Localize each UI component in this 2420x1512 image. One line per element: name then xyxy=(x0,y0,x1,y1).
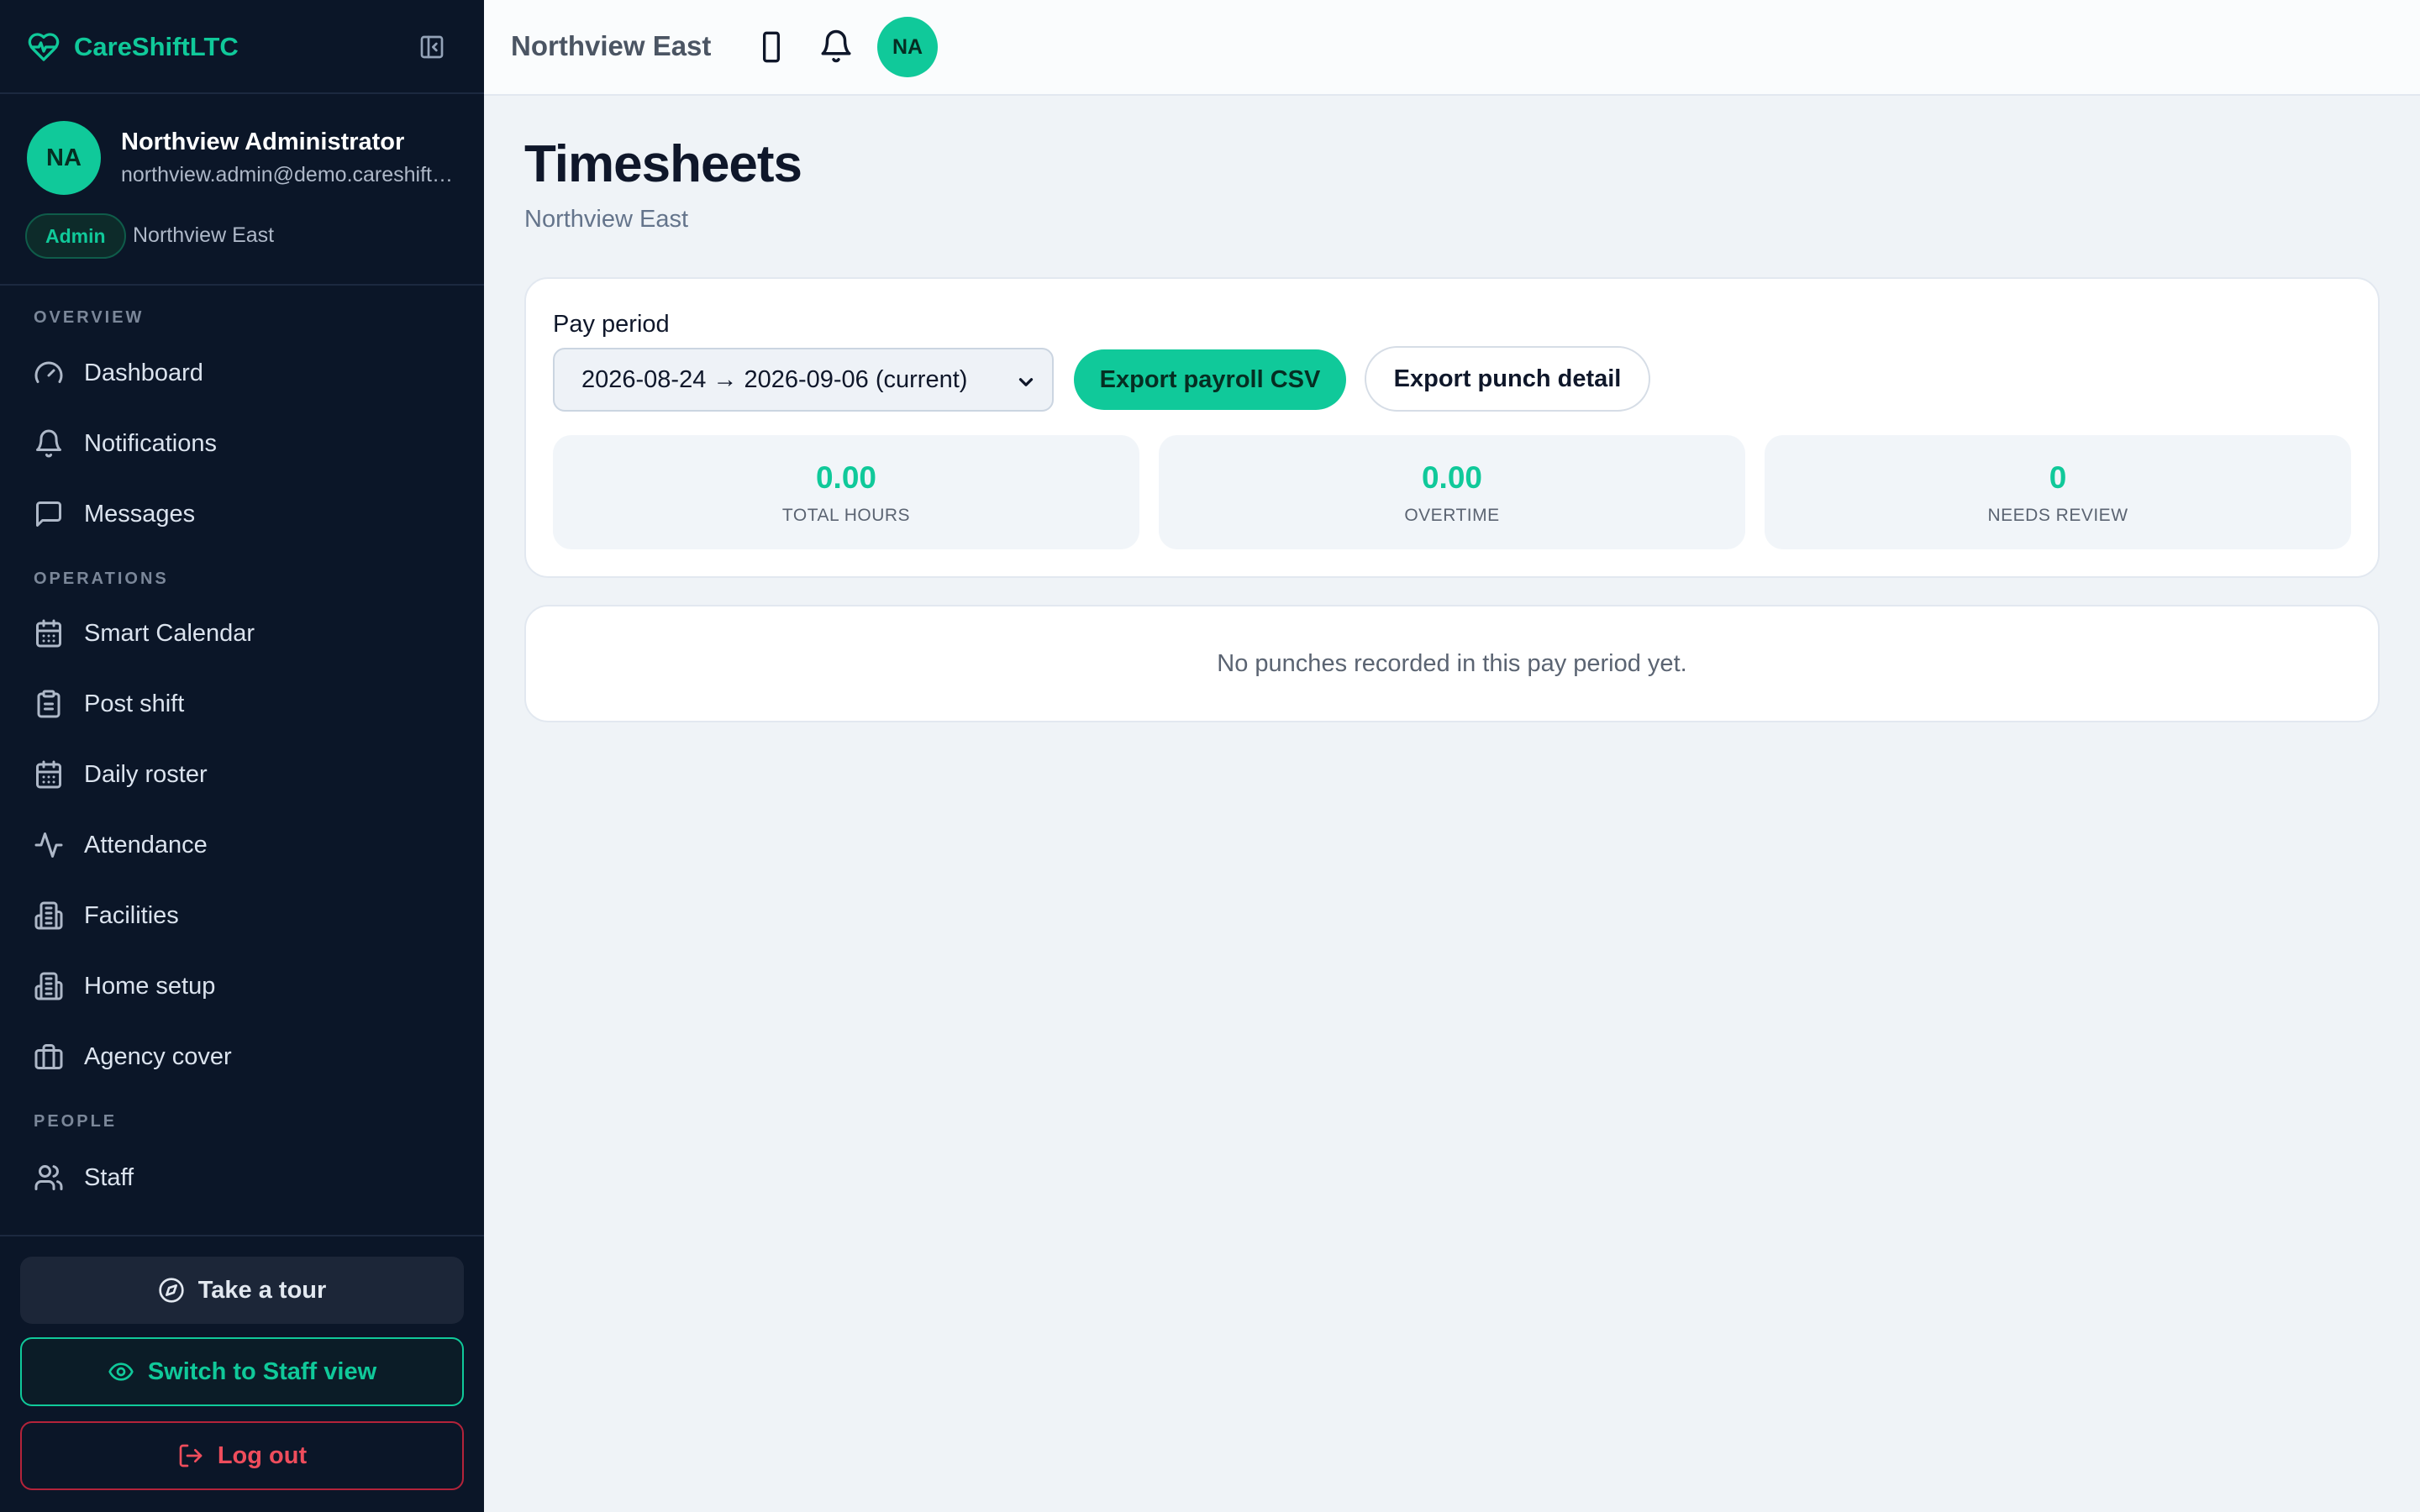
pay-period-select[interactable]: 2026-08-24 → 2026-09-06 (current) xyxy=(553,348,1054,412)
page-subtitle: Northview East xyxy=(524,206,689,233)
sidebar-item-attendance[interactable]: Attendance xyxy=(20,815,464,875)
export-payroll-csv-button[interactable]: Export payroll CSV xyxy=(1074,349,1346,410)
sidebar-item-label: Agency cover xyxy=(84,1042,232,1070)
page-title: Timesheets xyxy=(524,135,802,193)
pay-period-label: Pay period xyxy=(553,311,670,338)
section-label-overview: OVERVIEW xyxy=(34,308,145,327)
profile-facility: Northview East xyxy=(133,223,275,247)
take-tour-button[interactable]: Take a tour xyxy=(20,1257,464,1324)
briefcase-icon xyxy=(34,1044,63,1069)
sidebar-item-messages[interactable]: Messages xyxy=(20,484,464,544)
user-avatar[interactable]: NA xyxy=(877,17,938,77)
brand-name: CareShiftLTC xyxy=(74,32,239,61)
sidebar-item-label: Smart Calendar xyxy=(84,619,255,647)
punches-empty-state: No punches recorded in this pay period y… xyxy=(524,605,2380,722)
sidebar-item-label: Dashboard xyxy=(84,359,203,386)
stat-label: NEEDS REVIEW xyxy=(1987,506,2128,525)
profile-email: northview.admin@demo.careshift.app xyxy=(121,163,457,186)
logout-label: Log out xyxy=(217,1441,308,1469)
sidebar-item-label: Notifications xyxy=(84,429,217,457)
sidebar-item-label: Facilities xyxy=(84,901,179,929)
top-bar: Northview East NA xyxy=(484,0,2420,96)
section-label-operations: OPERATIONS xyxy=(34,570,169,588)
switch-staff-view-button[interactable]: Switch to Staff view xyxy=(20,1337,464,1406)
stat-value: 0 xyxy=(2049,460,2067,495)
gauge-icon xyxy=(34,361,63,383)
stat-total-hours: 0.00 TOTAL HOURS xyxy=(553,435,1139,549)
calendar-icon xyxy=(36,619,61,648)
sidebar-item-label: Daily roster xyxy=(84,760,208,788)
smartphone-icon[interactable] xyxy=(755,30,788,64)
panel-left-icon xyxy=(420,35,444,59)
activity-icon xyxy=(34,832,63,858)
sidebar-item-smart-calendar[interactable]: Smart Calendar xyxy=(20,603,464,664)
compass-icon xyxy=(159,1278,184,1303)
sidebar-divider xyxy=(0,284,484,286)
building-icon xyxy=(34,901,63,930)
switch-staff-view-label: Switch to Staff view xyxy=(147,1357,377,1385)
sidebar-item-label: Attendance xyxy=(84,831,208,858)
stat-label: TOTAL HOURS xyxy=(781,506,911,525)
logout-button[interactable]: Log out xyxy=(20,1421,464,1490)
sidebar-item-staff[interactable]: Staff xyxy=(20,1147,464,1208)
bell-icon xyxy=(36,429,61,458)
stat-needs-review: 0 NEEDS REVIEW xyxy=(1765,435,2351,549)
section-label-people: PEOPLE xyxy=(34,1112,118,1131)
export-punch-detail-button[interactable]: Export punch detail xyxy=(1365,346,1650,412)
stat-overtime: 0.00 OVERTIME xyxy=(1159,435,1745,549)
users-icon xyxy=(34,1165,63,1190)
role-badge: Admin xyxy=(25,213,126,259)
clipboard-icon xyxy=(37,690,60,718)
sidebar-item-label: Messages xyxy=(84,500,196,528)
sidebar-item-daily-roster[interactable]: Daily roster xyxy=(20,744,464,805)
stat-value: 0.00 xyxy=(1421,460,1482,495)
take-tour-label: Take a tour xyxy=(197,1276,327,1304)
calendar-icon xyxy=(36,760,61,789)
sidebar: CareShiftLTC NA Northview Administrator … xyxy=(0,0,484,1512)
sidebar-item-agency-cover[interactable]: Agency cover xyxy=(20,1026,464,1087)
sidebar-item-notifications[interactable]: Notifications xyxy=(20,413,464,474)
sidebar-item-facilities[interactable]: Facilities xyxy=(20,885,464,946)
brand[interactable]: CareShiftLTC xyxy=(27,24,239,71)
eye-icon xyxy=(108,1362,134,1381)
log-out-icon xyxy=(179,1444,203,1467)
collapse-sidebar-button[interactable] xyxy=(415,30,449,64)
stat-value: 0.00 xyxy=(815,460,876,495)
heart-pulse-icon xyxy=(28,33,60,61)
stat-label: OVERTIME xyxy=(1404,506,1500,525)
message-icon xyxy=(36,501,61,527)
sidebar-item-label: Staff xyxy=(84,1163,134,1191)
chevron-down-icon xyxy=(1018,378,1034,386)
empty-state-message: No punches recorded in this pay period y… xyxy=(1217,649,1687,677)
sidebar-item-home-setup[interactable]: Home setup xyxy=(20,956,464,1016)
profile-name: Northview Administrator xyxy=(121,129,405,155)
facility-title: Northview East xyxy=(511,30,712,61)
building-icon xyxy=(34,972,63,1000)
sidebar-item-post-shift[interactable]: Post shift xyxy=(20,674,464,734)
bell-icon[interactable] xyxy=(818,29,854,64)
sidebar-divider xyxy=(0,92,484,94)
sidebar-divider xyxy=(0,1235,484,1236)
pay-period-card: Pay period 2026-08-24 → 2026-09-06 (curr… xyxy=(524,277,2380,578)
profile-avatar: NA xyxy=(27,121,101,195)
sidebar-item-dashboard[interactable]: Dashboard xyxy=(20,343,464,403)
sidebar-item-label: Home setup xyxy=(84,972,216,1000)
pay-period-value: 2026-08-24 → 2026-09-06 (current) xyxy=(581,365,968,393)
sidebar-item-label: Post shift xyxy=(84,690,185,717)
